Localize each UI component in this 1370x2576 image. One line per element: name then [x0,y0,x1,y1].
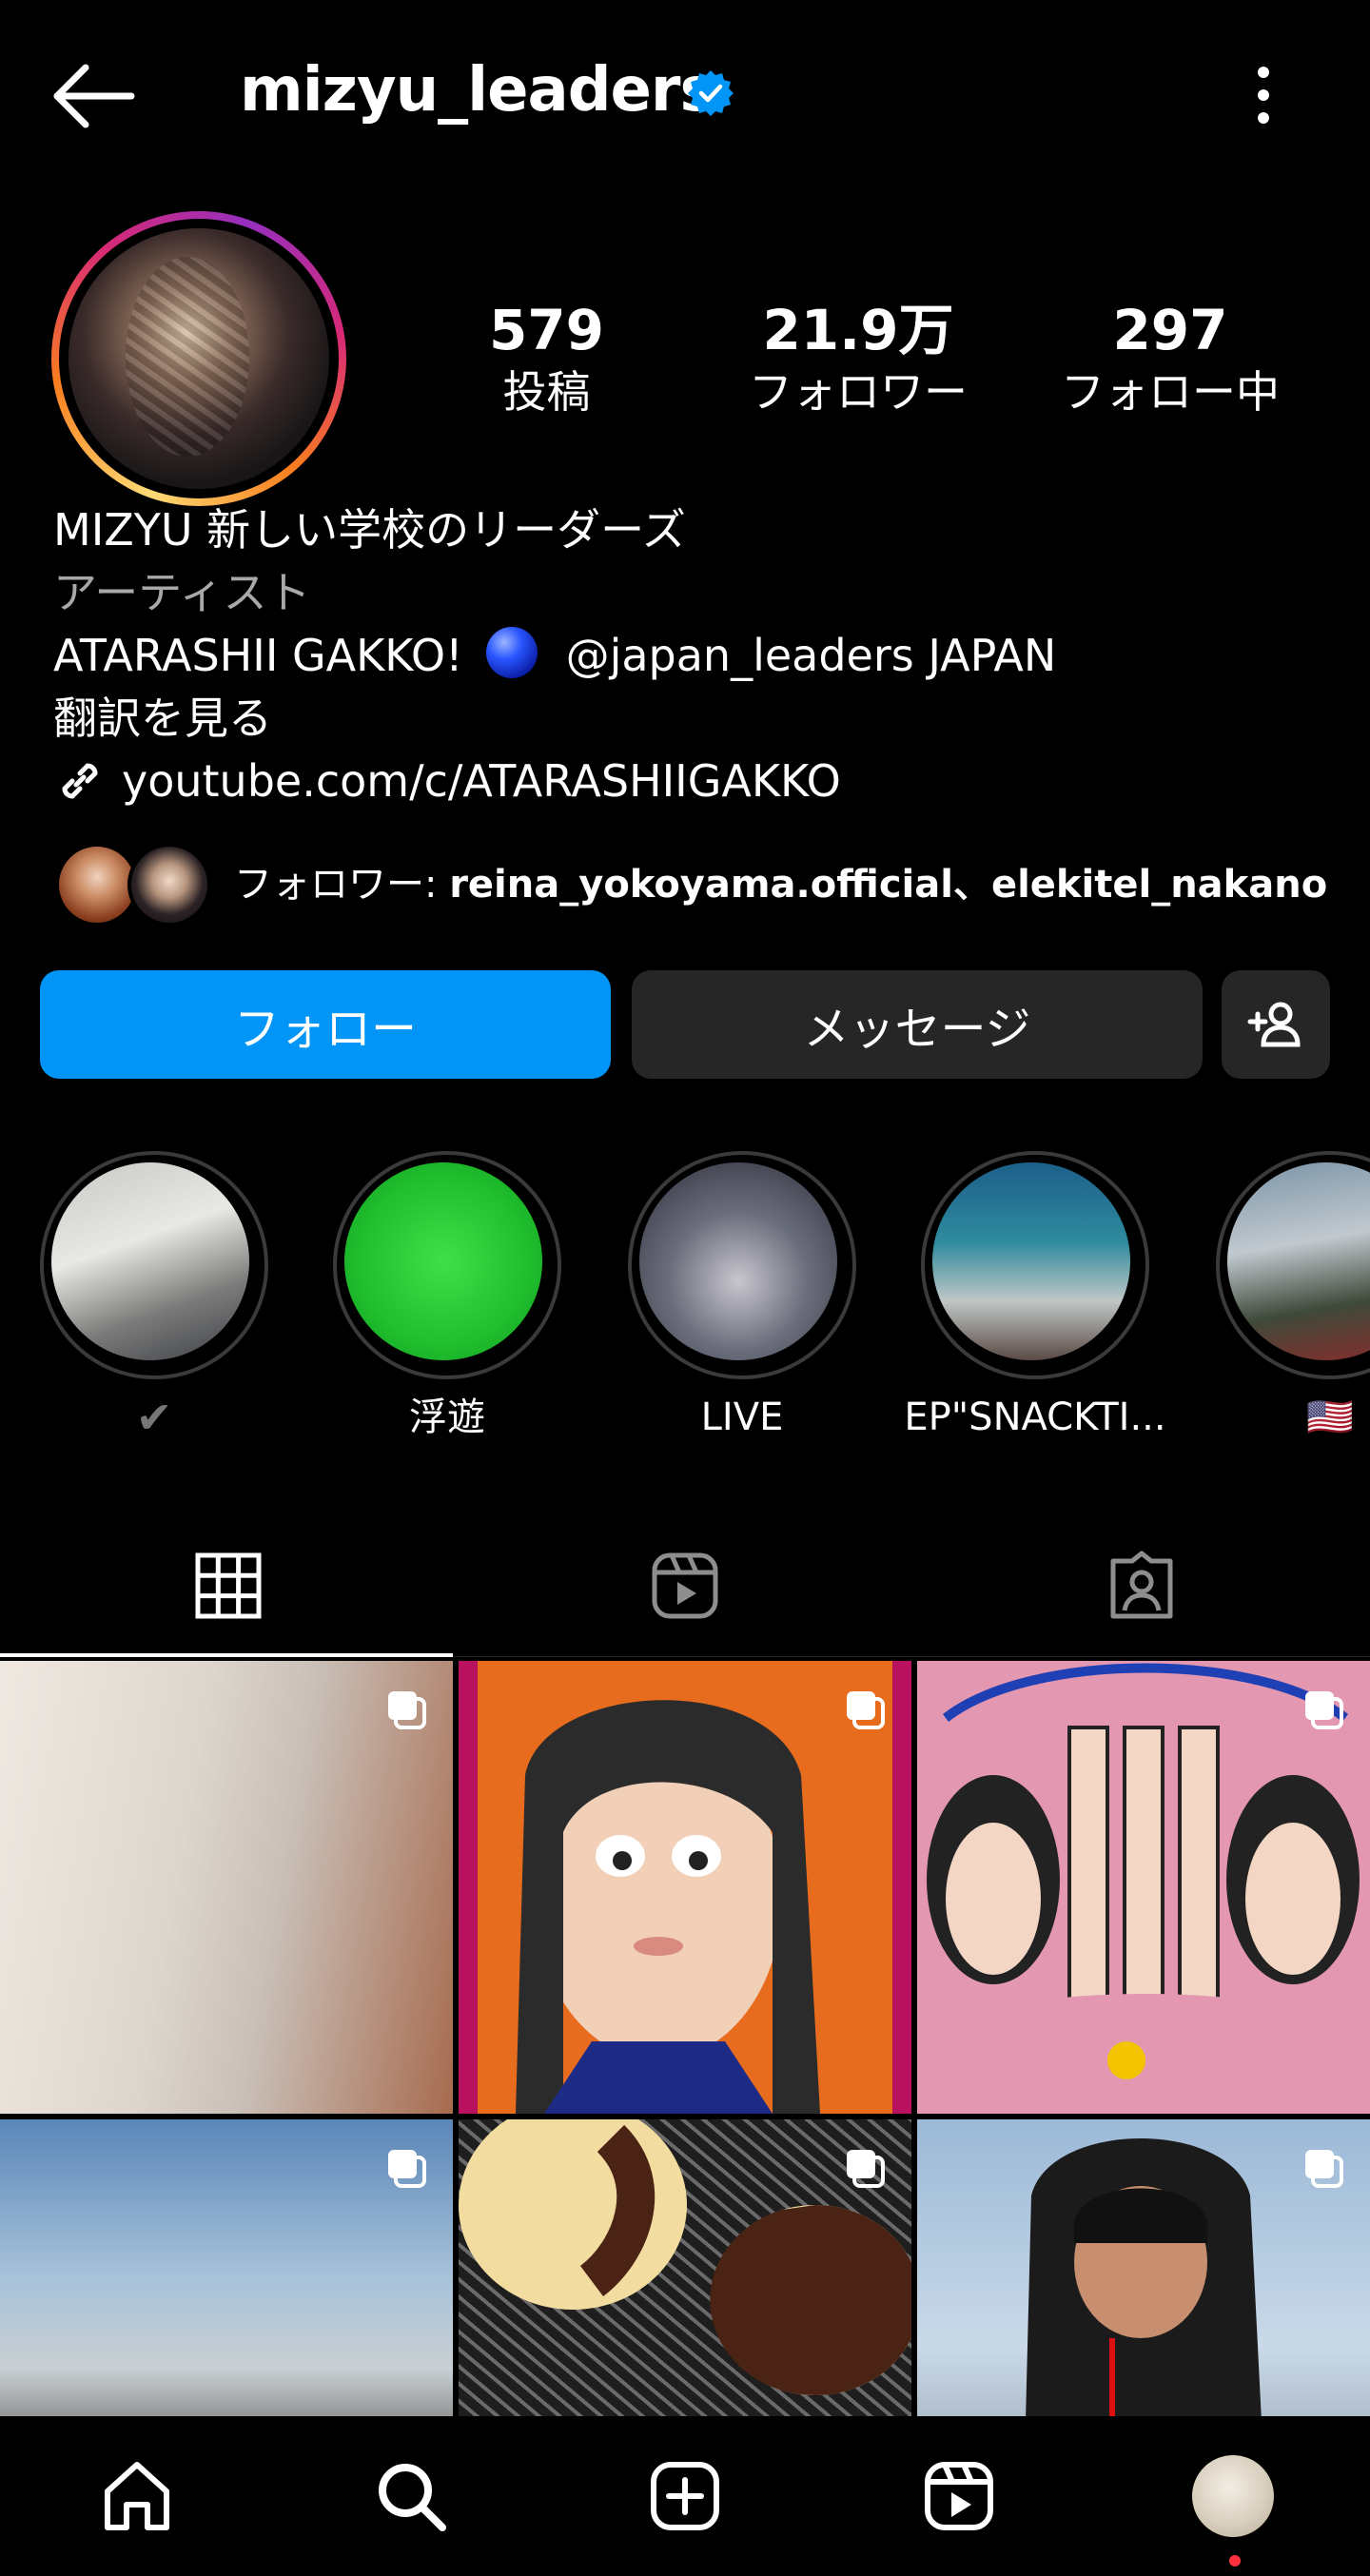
carousel-icon [388,1691,426,1729]
bio-text: ATARASHII GAKKO! @japan_leaders JAPAN [53,624,1056,687]
highlight-label: 浮遊 [409,1395,485,1439]
highlight-item[interactable]: 浮遊 [333,1151,561,1455]
bottom-navigation [0,2416,1370,2576]
carousel-icon [847,1691,885,1729]
message-button[interactable]: メッセージ [632,970,1203,1079]
stat-followers-value: 21.9万 [762,298,954,362]
profile-tabs [0,1514,1370,1657]
link-icon [62,763,98,799]
grid-icon [195,1552,262,1619]
nav-search[interactable] [274,2416,548,2576]
nav-home[interactable] [0,2416,274,2576]
carousel-icon [1305,2150,1343,2188]
mutual-followers-prefix: フォロワー: [234,863,450,907]
notification-dot [1229,2555,1241,2566]
mutual-follower-avatar [127,843,211,927]
profile-username: mizyu_leaders [240,55,716,126]
bio-mention[interactable]: @japan_leaders JAPAN [566,630,1057,681]
more-options-button[interactable] [1237,57,1290,133]
stat-posts-label: 投稿 [502,366,591,418]
back-button[interactable] [48,55,143,137]
story-highlights: ✔ 浮遊 LIVE EP"SNACKTI... 🇺🇸 [0,1151,1370,1455]
see-translation-link[interactable]: 翻訳を見る [53,687,272,750]
suggest-users-button[interactable] [1222,970,1330,1079]
highlight-item[interactable]: EP"SNACKTI... [904,1151,1166,1455]
post-thumbnail[interactable] [917,1661,1370,2114]
stat-posts[interactable]: 579 投稿 [449,297,644,420]
mutual-followers[interactable]: フォロワー: reina_yokoyama.official、elekitel_… [55,839,1340,930]
highlight-cover [344,1162,542,1360]
highlight-label: LIVE [700,1395,784,1439]
profile-avatar-icon [1189,2452,1277,2540]
bio-text-part-a: ATARASHII GAKKO! [53,630,463,681]
tab-posts-grid[interactable] [0,1514,457,1657]
stat-posts-value: 579 [488,298,605,362]
highlight-item[interactable]: ✔ [40,1151,268,1455]
profile-header: mizyu_leaders [0,0,1370,190]
reels-icon [925,2462,993,2530]
follow-button[interactable]: フォロー [40,970,611,1079]
verified-badge-icon [688,70,734,116]
mutual-followers-text: フォロワー: reina_yokoyama.official、elekitel_… [234,856,1327,913]
bio-name: MIZYU 新しい学校のリーダーズ [53,504,686,556]
mutual-followers-names: reina_yokoyama.official、elekitel_nakano [449,863,1328,907]
active-tab-indicator [0,1653,453,1657]
tagged-icon [1110,1551,1173,1619]
highlight-item[interactable]: 🇺🇸 [1216,1151,1370,1455]
avatar-image [68,228,329,489]
search-icon [379,2464,446,2531]
avatar-border [59,219,339,498]
stat-followers[interactable]: 21.9万 フォロワー [725,297,991,420]
blue-circle-emoji-icon [485,627,538,678]
stat-followers-label: フォロワー [749,366,968,418]
post-thumbnail[interactable] [459,2119,911,2416]
add-post-icon [651,2462,719,2530]
arrow-left-icon [53,64,135,128]
home-icon [105,2462,169,2530]
post-thumbnail[interactable] [0,2119,453,2416]
post-thumbnail[interactable] [459,1661,911,2114]
posts-grid [0,1661,1370,2416]
tab-reels[interactable] [457,1514,913,1657]
stat-following[interactable]: 297 フォロー中 [1037,297,1303,420]
nav-create[interactable] [548,2416,822,2576]
stat-following-label: フォロー中 [1061,366,1280,418]
add-user-icon [1247,1002,1301,1047]
highlight-label: EP"SNACKTI... [904,1395,1166,1439]
carousel-icon [388,2150,426,2188]
highlight-cover [932,1162,1130,1360]
post-thumbnail[interactable] [0,1661,453,2114]
tab-tagged[interactable] [913,1514,1370,1657]
highlight-cover [51,1162,249,1360]
highlight-label: ✔ [135,1392,173,1443]
mutual-follower-avatar [55,843,139,927]
post-thumbnail[interactable] [917,2119,1370,2416]
highlight-cover [639,1162,837,1360]
nav-profile[interactable] [1096,2416,1370,2576]
carousel-icon [847,2150,885,2188]
bio-category: アーティスト [53,567,311,618]
highlight-item[interactable]: LIVE [628,1151,856,1455]
bio-website-link[interactable]: youtube.com/c/ATARASHIIGAKKO [53,750,841,812]
bio-website-text: youtube.com/c/ATARASHIIGAKKO [122,755,841,807]
profile-avatar[interactable] [51,211,346,506]
reels-icon [652,1552,718,1619]
nav-reels[interactable] [822,2416,1096,2576]
stat-following-value: 297 [1112,298,1228,362]
highlight-label: 🇺🇸 [1306,1395,1354,1439]
carousel-icon [1305,1691,1343,1729]
vertical-dots-icon [1258,67,1269,124]
